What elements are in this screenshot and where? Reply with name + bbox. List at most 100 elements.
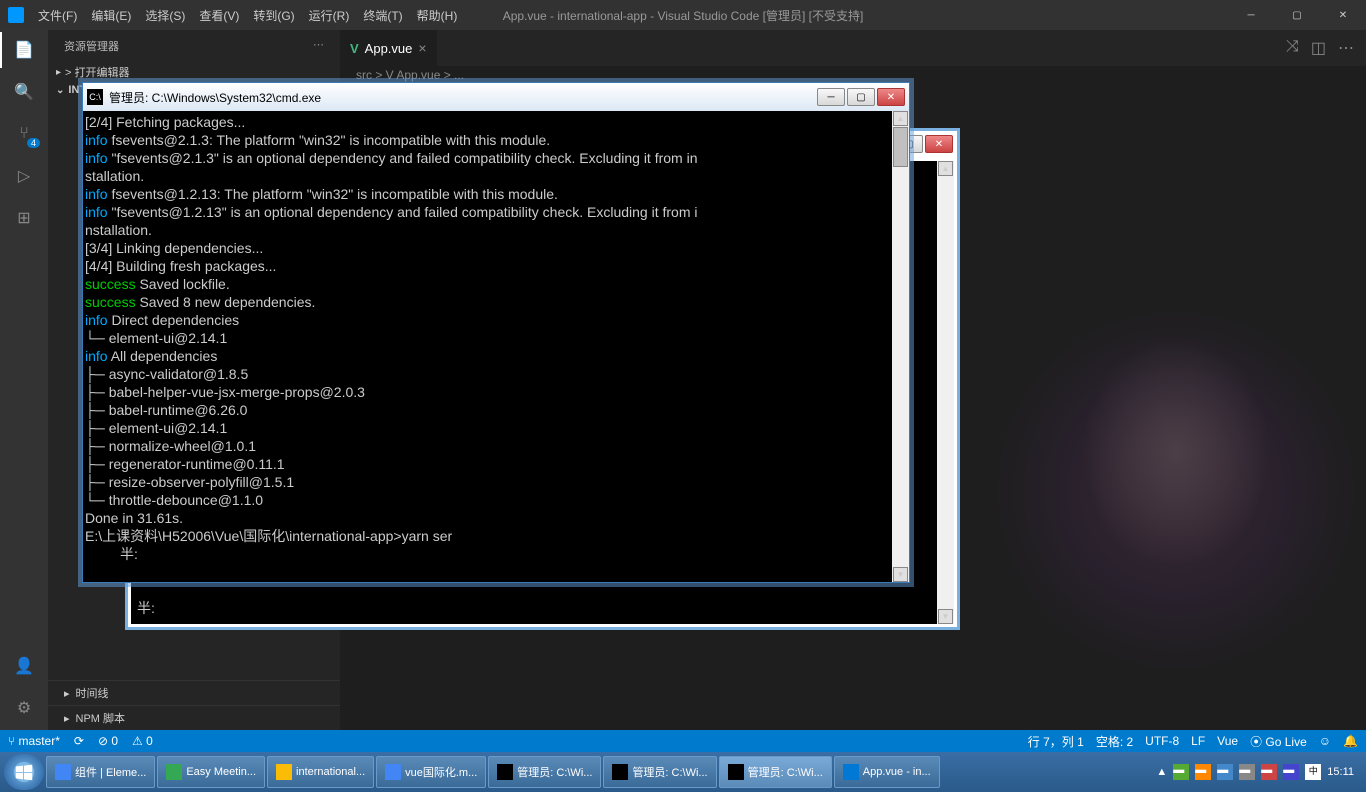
feedback-icon[interactable]: ☺ [1319, 734, 1331, 748]
tab-label: App.vue [365, 41, 413, 56]
terminal-line: info Direct dependencies [85, 311, 907, 329]
menu-item[interactable]: 终端(T) [357, 5, 408, 26]
menu-item[interactable]: 运行(R) [303, 5, 356, 26]
cmd-scrollbar[interactable]: ▲▼ [892, 111, 909, 582]
menu-item[interactable]: 帮助(H) [411, 5, 464, 26]
taskbar-item-icon [385, 764, 401, 780]
terminal-line: ├─ normalize-wheel@1.0.1 [85, 437, 907, 455]
indent-status[interactable]: 空格: 2 [1096, 733, 1133, 750]
terminal-line: ├─ babel-helper-vue-jsx-merge-props@2.0.… [85, 383, 907, 401]
encoding-status[interactable]: UTF-8 [1145, 734, 1179, 748]
behind-terminal-text: 半: [137, 598, 155, 618]
menu-item[interactable]: 文件(F) [32, 5, 83, 26]
terminal-line: info "fsevents@1.2.13" is an optional de… [85, 203, 907, 221]
warnings-status[interactable]: ⚠ 0 [132, 734, 153, 748]
errors-status[interactable]: ⊘ 0 [98, 734, 118, 748]
vscode-titlebar: 文件(F)编辑(E)选择(S)查看(V)转到(G)运行(R)终端(T)帮助(H)… [0, 0, 1366, 30]
notifications-icon[interactable]: 🔔 [1343, 734, 1358, 748]
taskbar-item[interactable]: App.vue - in... [834, 756, 940, 788]
terminal-line: ├─ babel-runtime@6.26.0 [85, 401, 907, 419]
taskbar-item-label: vue国际化.m... [405, 764, 477, 780]
start-button[interactable] [4, 754, 44, 790]
golive-button[interactable]: ⦿ Go Live [1250, 733, 1307, 750]
cursor-position[interactable]: 行 7，列 1 [1028, 733, 1084, 750]
status-bar: ⑂ master* ⟳ ⊘ 0 ⚠ 0 行 7，列 1 空格: 2 UTF-8 … [0, 730, 1366, 752]
terminal-line: ├─ resize-observer-polyfill@1.5.1 [85, 473, 907, 491]
npm-scripts-section[interactable]: ▸NPM 脚本 [48, 705, 340, 730]
menu-item[interactable]: 转到(G) [247, 5, 300, 26]
cmd-maximize-button[interactable]: ▢ [847, 88, 875, 106]
cmd-window: C:\ 管理员: C:\Windows\System32\cmd.exe ─ ▢… [82, 82, 910, 583]
cmd-titlebar[interactable]: C:\ 管理员: C:\Windows\System32\cmd.exe ─ ▢… [83, 83, 909, 111]
taskbar-item[interactable]: 组件 | Eleme... [46, 756, 155, 788]
terminal-line: nstallation. [85, 221, 907, 239]
language-status[interactable]: Vue [1217, 734, 1238, 748]
taskbar-item-icon [843, 764, 859, 780]
taskbar-item[interactable]: 管理员: C:\Wi... [603, 756, 716, 788]
sidebar-more-icon[interactable]: ⋯ [313, 38, 324, 54]
tray-icon[interactable]: ▬ [1261, 764, 1277, 780]
more-icon[interactable]: ⋯ [1338, 38, 1354, 58]
taskbar-item-icon [612, 764, 628, 780]
branch-status[interactable]: ⑂ master* [8, 734, 60, 748]
tray-icon[interactable]: ▬ [1217, 764, 1233, 780]
taskbar-item[interactable]: 管理员: C:\Wi... [488, 756, 601, 788]
taskbar-item-label: 管理员: C:\Wi... [632, 764, 707, 780]
cmd-body[interactable]: [2/4] Fetching packages...info fsevents@… [83, 111, 909, 582]
sidebar-title: 资源管理器 ⋯ [48, 30, 340, 62]
terminal-line: success Saved lockfile. [85, 275, 907, 293]
cmd-minimize-button[interactable]: ─ [817, 88, 845, 106]
tray-icon[interactable]: ▬ [1239, 764, 1255, 780]
behind-close-button[interactable]: ✕ [925, 135, 953, 153]
taskbar-item[interactable]: 管理员: C:\Wi... [719, 756, 832, 788]
tab-app-vue[interactable]: V App.vue × [340, 30, 438, 66]
taskbar-item-icon [276, 764, 292, 780]
tray-icon[interactable]: ▬ [1283, 764, 1299, 780]
terminal-line: success Saved 8 new dependencies. [85, 293, 907, 311]
system-tray[interactable]: ▲ ▬ ▬ ▬ ▬ ▬ ▬ 中 15:11 [1156, 764, 1362, 780]
split-icon[interactable]: ◫ [1311, 38, 1326, 58]
tray-icon[interactable]: ▬ [1195, 764, 1211, 780]
taskbar-item[interactable]: international... [267, 756, 374, 788]
menu-item[interactable]: 选择(S) [139, 5, 191, 26]
tray-icon[interactable]: ▬ [1173, 764, 1189, 780]
tab-close-icon[interactable]: × [418, 40, 426, 56]
terminal-line: Done in 31.61s. [85, 509, 907, 527]
tray-icon[interactable]: 中 [1305, 764, 1321, 780]
search-icon[interactable]: 🔍 [12, 80, 36, 104]
compare-icon[interactable]: ⤨ [1286, 38, 1299, 58]
taskbar-item[interactable]: vue国际化.m... [376, 756, 486, 788]
taskbar-item-icon [166, 764, 182, 780]
taskbar-item[interactable]: Easy Meetin... [157, 756, 265, 788]
account-icon[interactable]: 👤 [12, 654, 36, 678]
menu-item[interactable]: 查看(V) [193, 5, 245, 26]
window-title: App.vue - international-app - Visual Stu… [503, 7, 864, 24]
open-editors-section[interactable]: ▸> 打开编辑器 [48, 62, 340, 82]
cmd-icon: C:\ [87, 89, 103, 105]
taskbar-item-icon [55, 764, 71, 780]
extensions-icon[interactable]: ⊞ [12, 206, 36, 230]
vue-file-icon: V [350, 41, 359, 56]
background-image [986, 300, 1366, 680]
settings-icon[interactable]: ⚙ [12, 696, 36, 720]
minimize-button[interactable]: ─ [1228, 0, 1274, 30]
git-badge: 4 [27, 138, 40, 148]
terminal-line: [2/4] Fetching packages... [85, 113, 907, 131]
menu-item[interactable]: 编辑(E) [85, 5, 137, 26]
eol-status[interactable]: LF [1191, 734, 1205, 748]
sync-status[interactable]: ⟳ [74, 734, 84, 748]
cmd-close-button[interactable]: ✕ [877, 88, 905, 106]
close-button[interactable]: ✕ [1320, 0, 1366, 30]
source-control-icon[interactable]: ⑂4 [12, 122, 36, 146]
taskbar-item-label: 组件 | Eleme... [75, 764, 146, 780]
explorer-icon[interactable]: 📄 [12, 38, 36, 62]
window-controls: ─ ▢ ✕ [1228, 0, 1366, 30]
terminal-line: ├─ async-validator@1.8.5 [85, 365, 907, 383]
terminal-line: 半: [85, 545, 907, 563]
timeline-section[interactable]: ▸时间线 [48, 680, 340, 705]
taskbar-item-label: 管理员: C:\Wi... [748, 764, 823, 780]
maximize-button[interactable]: ▢ [1274, 0, 1320, 30]
menu-bar: 文件(F)编辑(E)选择(S)查看(V)转到(G)运行(R)终端(T)帮助(H) [32, 5, 463, 26]
behind-scrollbar[interactable]: ▲ ▼ [937, 161, 954, 624]
debug-icon[interactable]: ▷ [12, 164, 36, 188]
